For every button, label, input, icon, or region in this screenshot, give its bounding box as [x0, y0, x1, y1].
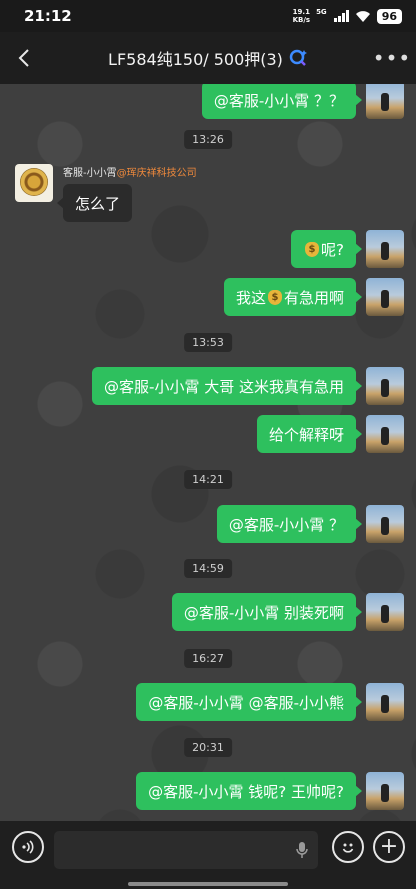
- mic-icon[interactable]: [296, 841, 308, 859]
- chevron-left-icon: [18, 49, 29, 67]
- self-avatar[interactable]: [366, 415, 404, 453]
- sender-nickname: 客服-小小霄: [63, 168, 117, 179]
- message-outgoing: 给个解释呀: [256, 415, 404, 453]
- money-bag-icon: $: [267, 289, 282, 305]
- chat-messages[interactable]: @客服-小小霄 ？？ 13:26 客服-小小霄@珲庆祥科技公司 怎么了 $ 呢?…: [0, 84, 416, 821]
- message-text: @客服-小小霄 钱呢? 王帅呢?: [148, 782, 344, 801]
- self-avatar[interactable]: [366, 367, 404, 405]
- message-outgoing: @客服-小小霄 钱呢? 王帅呢?: [136, 772, 404, 810]
- emoji-icon: [342, 843, 354, 853]
- battery-indicator: 96: [376, 8, 402, 24]
- message-input[interactable]: [54, 831, 318, 869]
- self-avatar[interactable]: [366, 84, 404, 119]
- self-avatar[interactable]: [366, 230, 404, 268]
- message-bubble[interactable]: 我这 $ 有急用啊: [223, 278, 363, 316]
- message-bubble[interactable]: @客服-小小霄 别装死啊: [171, 593, 363, 631]
- message-input-wrap: [54, 831, 318, 869]
- back-button[interactable]: [0, 32, 48, 84]
- message-outgoing: @客服-小小霄 ？: [216, 505, 404, 543]
- message-bubble[interactable]: @客服-小小霄 大哥 这米我真有急用: [92, 367, 362, 405]
- sender-name: 客服-小小霄@珲庆祥科技公司: [63, 164, 197, 179]
- message-text: @客服-小小霄 ？: [228, 515, 344, 534]
- message-text: 怎么了: [75, 194, 121, 213]
- network-type: 5G: [316, 8, 327, 16]
- chat-title: LF584纯150/ 500押(3): [108, 50, 283, 69]
- status-time: 21:12: [24, 7, 72, 25]
- message-text: @客服-小小霄 ？？: [213, 91, 344, 110]
- message-bubble[interactable]: $ 呢?: [291, 230, 362, 268]
- message-outgoing: @客服-小小霄 别装死啊: [171, 593, 404, 631]
- voice-icon: [22, 840, 34, 854]
- emoji-button[interactable]: [332, 831, 364, 863]
- message-text: 呢?: [321, 240, 344, 259]
- self-avatar[interactable]: [366, 683, 404, 721]
- ai-search-icon[interactable]: [288, 48, 308, 68]
- message-outgoing: @客服-小小霄 ？？: [201, 84, 404, 119]
- message-bubble[interactable]: @客服-小小霄 钱呢? 王帅呢?: [136, 772, 362, 810]
- sender-avatar[interactable]: [15, 164, 53, 202]
- timestamp: 20:31: [184, 738, 232, 757]
- message-outgoing: @客服-小小霄 @客服-小小熊: [136, 683, 404, 721]
- money-bag-icon: $: [305, 241, 320, 257]
- message-incoming: 客服-小小霄@珲庆祥科技公司 怎么了: [15, 164, 197, 222]
- message-bubble[interactable]: 怎么了: [56, 184, 133, 222]
- message-text: @客服-小小霄 别装死啊: [183, 603, 344, 622]
- status-bar: 21:12 19.1 KB/s 5G 96: [0, 0, 416, 32]
- signal-icon: [333, 10, 349, 22]
- message-text: @客服-小小霄 @客服-小小熊: [148, 693, 344, 712]
- network-speed: 19.1 KB/s: [293, 8, 310, 24]
- incoming-content: 客服-小小霄@珲庆祥科技公司 怎么了: [56, 164, 197, 222]
- timestamp: 14:59: [184, 559, 232, 578]
- message-text: 有急用啊: [283, 288, 344, 307]
- message-outgoing: $ 呢?: [291, 230, 404, 268]
- plus-button[interactable]: +: [373, 831, 405, 863]
- network-speed-unit: KB/s: [292, 16, 311, 24]
- message-outgoing: 我这 $ 有急用啊: [223, 278, 404, 316]
- ellipsis-icon: •••: [372, 46, 412, 70]
- timestamp: 16:27: [184, 649, 232, 668]
- home-indicator: [128, 882, 288, 886]
- status-icons: 19.1 KB/s 5G 96: [293, 8, 402, 24]
- timestamp: 13:26: [184, 130, 232, 149]
- input-bar: +: [0, 821, 416, 889]
- message-outgoing: @客服-小小霄 大哥 这米我真有急用: [92, 367, 404, 405]
- more-button[interactable]: •••: [368, 32, 416, 84]
- message-bubble[interactable]: @客服-小小霄 ？？: [201, 84, 363, 119]
- timestamp: 13:53: [184, 333, 232, 352]
- chat-title-wrap[interactable]: LF584纯150/ 500押(3): [48, 46, 368, 70]
- message-text: 给个解释呀: [268, 425, 344, 444]
- sender-company: @珲庆祥科技公司: [116, 168, 197, 179]
- self-avatar[interactable]: [366, 593, 404, 631]
- message-text: @客服-小小霄 大哥 这米我真有急用: [104, 377, 344, 396]
- network-speed-value: 19.1: [292, 8, 310, 16]
- timestamp: 14:21: [184, 470, 232, 489]
- self-avatar[interactable]: [366, 772, 404, 810]
- chat-header: LF584纯150/ 500押(3) •••: [0, 32, 416, 84]
- voice-button[interactable]: [12, 831, 44, 863]
- self-avatar[interactable]: [366, 278, 404, 316]
- wifi-icon: [355, 10, 370, 22]
- message-text: 我这: [235, 288, 266, 307]
- message-bubble[interactable]: @客服-小小霄 @客服-小小熊: [136, 683, 362, 721]
- plus-icon: +: [379, 834, 399, 859]
- message-bubble[interactable]: @客服-小小霄 ？: [216, 505, 363, 543]
- message-bubble[interactable]: 给个解释呀: [256, 415, 363, 453]
- self-avatar[interactable]: [366, 505, 404, 543]
